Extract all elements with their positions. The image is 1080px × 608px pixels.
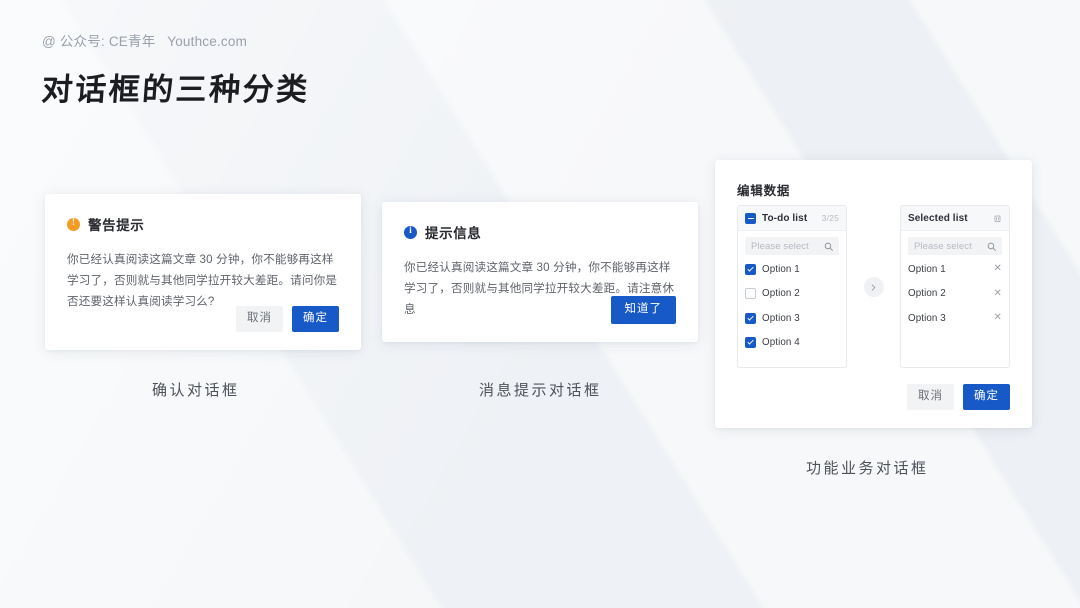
list-item-label: Option 3 xyxy=(908,312,946,324)
message-dialog-header: i 提示信息 xyxy=(404,222,676,242)
transfer-right-button[interactable] xyxy=(863,276,884,297)
close-icon[interactable]: ✕ xyxy=(994,313,1002,323)
transfer-target-header: Selected list xyxy=(901,206,1009,231)
header: @ 公众号: CE青年 Youthce.com 对话框的三种分类 xyxy=(40,30,312,109)
list-item[interactable]: Option 3 xyxy=(738,306,846,331)
confirm-dialog-header: ! 警告提示 xyxy=(67,214,339,234)
cancel-button[interactable]: 取消 xyxy=(907,384,954,410)
transfer-body: To-do list 3/25 Please select Option 1 O… xyxy=(737,205,1010,368)
list-item[interactable]: Option 2 ✕ xyxy=(901,282,1009,307)
select-all-checkbox[interactable] xyxy=(745,212,756,224)
transfer-target-title: Selected list xyxy=(908,212,968,224)
transfer-source-header: To-do list 3/25 xyxy=(738,206,846,231)
cancel-button[interactable]: 取消 xyxy=(236,306,283,332)
list-item[interactable]: Option 4 xyxy=(738,331,846,356)
option-checkbox[interactable] xyxy=(745,337,756,349)
list-item-label: Option 4 xyxy=(762,337,800,349)
caption-confirm-dialog: 确认对话框 xyxy=(152,382,240,399)
transfer-source-search-placeholder: Please select xyxy=(751,240,809,252)
confirm-dialog: ! 警告提示 你已经认真阅读这篇文章 30 分钟，你不能够再这样学习了，否则就与… xyxy=(45,194,361,350)
confirm-button[interactable]: 确定 xyxy=(963,384,1010,410)
list-item[interactable]: Option 2 xyxy=(738,282,846,307)
transfer-dialog-title: 编辑数据 xyxy=(737,184,791,198)
warning-circle-icon: ! xyxy=(67,217,80,231)
message-dialog-title: 提示信息 xyxy=(425,226,482,241)
list-item-label: Option 2 xyxy=(762,288,800,300)
confirm-dialog-actions: 取消 确定 xyxy=(236,306,339,332)
message-dialog-actions: 知道了 xyxy=(610,296,676,324)
transfer-target-search-placeholder: Please select xyxy=(914,240,972,252)
list-item-label: Option 3 xyxy=(762,312,800,324)
warning-glyph: ! xyxy=(71,218,76,229)
info-circle-icon: i xyxy=(404,225,417,239)
caption-business-dialog: 功能业务对话框 xyxy=(806,460,929,477)
page-title: 对话框的三种分类 xyxy=(40,72,312,108)
slide-canvas: @ 公众号: CE青年 Youthce.com 对话框的三种分类 ! 警告提示 … xyxy=(0,0,1080,608)
close-icon[interactable]: ✕ xyxy=(994,288,1002,299)
confirm-dialog-body: 你已经认真阅读这篇文章 30 分钟，你不能够再这样学习了，否则就与其他同学拉开较… xyxy=(67,253,338,309)
transfer-dialog-actions: 取消 确定 xyxy=(907,384,1010,410)
search-icon xyxy=(824,242,833,251)
option-checkbox[interactable] xyxy=(745,288,756,300)
transfer-source-title: To-do list xyxy=(762,212,808,224)
confirm-dialog-title: 警告提示 xyxy=(88,218,145,233)
list-item[interactable]: Option 1 ✕ xyxy=(901,257,1009,282)
transfer-source-search[interactable]: Please select xyxy=(745,237,839,255)
transfer-target-panel: Selected list Please select Option 1 ✕ O… xyxy=(900,205,1010,368)
transfer-source-count: 3/25 xyxy=(821,213,839,223)
search-icon xyxy=(987,242,996,251)
message-dialog: i 提示信息 你已经认真阅读这篇文章 30 分钟，你不能够再这样学习了，否则就与… xyxy=(382,202,698,342)
info-glyph: i xyxy=(409,226,412,237)
option-checkbox[interactable] xyxy=(745,312,756,324)
transfer-source-panel: To-do list 3/25 Please select Option 1 O… xyxy=(737,205,847,368)
list-item[interactable]: Option 1 xyxy=(738,257,846,282)
chevron-right-icon xyxy=(870,278,877,296)
trash-icon[interactable] xyxy=(993,214,1002,223)
caption-message-dialog: 消息提示对话框 xyxy=(479,382,602,399)
transfer-controls xyxy=(847,276,900,297)
list-item-label: Option 1 xyxy=(762,263,800,275)
confirm-button[interactable]: 确定 xyxy=(292,306,339,332)
list-item[interactable]: Option 3 ✕ xyxy=(901,306,1009,331)
list-item-label: Option 1 xyxy=(908,263,946,275)
transfer-dialog: 编辑数据 To-do list 3/25 Please select Optio… xyxy=(715,160,1032,428)
list-item-label: Option 2 xyxy=(908,288,946,300)
option-checkbox[interactable] xyxy=(745,263,756,275)
byline: @ 公众号: CE青年 Youthce.com xyxy=(42,34,248,49)
acknowledge-button[interactable]: 知道了 xyxy=(610,296,676,324)
transfer-target-search[interactable]: Please select xyxy=(908,237,1002,255)
close-icon[interactable]: ✕ xyxy=(994,264,1002,274)
